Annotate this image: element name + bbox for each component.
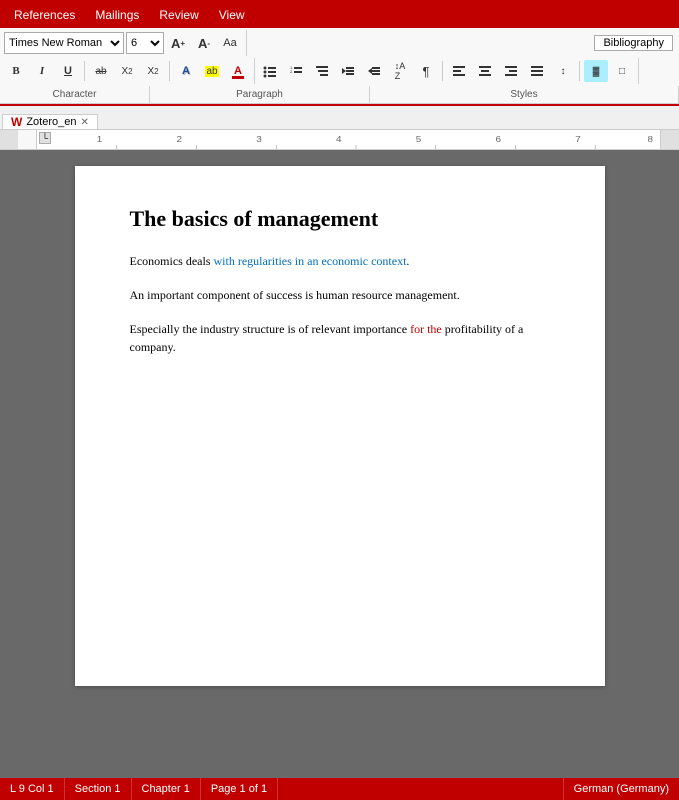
grow-font-button[interactable]: A+ — [166, 32, 190, 54]
multilevel-button[interactable] — [310, 60, 334, 82]
status-language: German (Germany) — [563, 778, 679, 800]
doc-tab-close-button[interactable]: ✕ — [80, 117, 88, 128]
svg-text:7: 7 — [575, 135, 581, 144]
paragraph-1: Economics deals with regularities in an … — [130, 252, 550, 270]
font-family-select[interactable]: Times New Roman — [4, 32, 124, 54]
para1-seg3: . — [406, 254, 409, 268]
doc-tab-icon: W — [11, 115, 22, 129]
tab-view[interactable]: View — [209, 2, 255, 28]
ruler-right-margin — [661, 130, 679, 149]
line-spacing-button[interactable]: ↕ — [551, 60, 575, 82]
shrink-font-button[interactable]: A- — [192, 32, 216, 54]
svg-text:4: 4 — [336, 135, 342, 144]
font-group-row1: Times New Roman 6 A+ A- Aa — [4, 30, 247, 56]
app-wrapper: References Mailings Review View Times Ne… — [0, 0, 679, 800]
svg-text:3: 3 — [256, 135, 262, 144]
font-size-select[interactable]: 6 — [126, 32, 164, 54]
page-title: The basics of management — [130, 206, 550, 232]
align-center-button[interactable] — [473, 60, 497, 82]
para1-seg1: Economics deals — [130, 254, 214, 268]
status-location: L 9 Col 1 — [0, 778, 65, 800]
ribbon-content: Times New Roman 6 A+ A- Aa Bibliography — [0, 28, 679, 106]
align-right-button[interactable] — [499, 60, 523, 82]
justify-button[interactable] — [525, 60, 549, 82]
paragraph-2: An important component of success is hum… — [130, 286, 550, 304]
decrease-indent-button[interactable] — [336, 60, 360, 82]
subscript-button[interactable]: X2 — [115, 60, 139, 82]
status-page: Page 1 of 1 — [201, 778, 278, 800]
status-chapter: Chapter 1 — [132, 778, 201, 800]
superscript-button[interactable]: X2 — [141, 60, 165, 82]
ruler: 1 2 3 4 5 6 7 8 └ — [0, 130, 679, 150]
shading-button[interactable]: ▓ — [584, 60, 608, 82]
bullets-button[interactable] — [258, 60, 282, 82]
tab-selector[interactable]: └ — [39, 132, 51, 144]
paragraph-format-group: 1.2. ↕AZ ¶ — [258, 58, 639, 84]
para3-seg2: for the — [410, 322, 442, 336]
tab-bar: W Zotero_en ✕ — [0, 106, 679, 130]
status-bar: L 9 Col 1 Section 1 Chapter 1 Page 1 of … — [0, 778, 679, 800]
borders-button[interactable]: □ — [610, 60, 634, 82]
font-format-group: B I U ab X2 X2 A ab A — [4, 58, 255, 84]
change-case-button[interactable]: Aa — [218, 32, 242, 54]
underline-button[interactable]: U — [56, 60, 80, 82]
document-scroll-area[interactable]: The basics of management Economics deals… — [0, 150, 679, 800]
tab-mailings[interactable]: Mailings — [85, 2, 149, 28]
bold-button[interactable]: B — [4, 60, 28, 82]
svg-text:8: 8 — [648, 135, 654, 144]
ribbon-rows: Times New Roman 6 A+ A- Aa Bibliography — [0, 28, 679, 86]
divider4 — [579, 61, 580, 81]
paragraph-3: Especially the industry structure is of … — [130, 320, 550, 356]
ruler-inner: 1 2 3 4 5 6 7 8 └ — [36, 130, 661, 149]
para2-seg1: An important component of success is hum… — [130, 288, 460, 302]
tab-review[interactable]: Review — [149, 2, 208, 28]
document-page: The basics of management Economics deals… — [75, 166, 605, 686]
align-left-button[interactable] — [447, 60, 471, 82]
numbering-button[interactable]: 1.2. — [284, 60, 308, 82]
increase-indent-button[interactable] — [362, 60, 386, 82]
tab-references[interactable]: References — [4, 2, 85, 28]
divider1 — [84, 61, 85, 81]
sort-button[interactable]: ↕AZ — [388, 60, 412, 82]
content-area: The basics of management Economics deals… — [0, 150, 679, 800]
divider3 — [442, 61, 443, 81]
ruler-left-margin — [0, 130, 18, 149]
svg-text:1: 1 — [97, 135, 103, 144]
italic-button[interactable]: I — [30, 60, 54, 82]
status-section: Section 1 — [65, 778, 132, 800]
strikethrough-button[interactable]: ab — [89, 60, 113, 82]
doc-tab-label: Zotero_en — [26, 116, 76, 128]
character-section-label: Character — [0, 86, 150, 103]
page-body: Economics deals with regularities in an … — [130, 252, 550, 356]
divider2 — [169, 61, 170, 81]
document-tab[interactable]: W Zotero_en ✕ — [2, 114, 98, 129]
pilcrow-button[interactable]: ¶ — [414, 60, 438, 82]
highlight-button[interactable]: ab — [200, 60, 224, 82]
styles-section-label: Styles — [370, 86, 679, 103]
svg-text:6: 6 — [496, 135, 502, 144]
ribbon-section-bar: Character Paragraph Styles — [0, 86, 679, 104]
para1-seg2: with regularities in an economic context — [213, 254, 406, 268]
svg-text:2: 2 — [177, 135, 183, 144]
paragraph-section-label: Paragraph — [150, 86, 370, 103]
text-effects-button[interactable]: A — [174, 60, 198, 82]
styles-sample-bibliography[interactable]: Bibliography — [594, 35, 673, 51]
svg-text:2.: 2. — [290, 69, 293, 74]
font-color-button[interactable]: A — [226, 60, 250, 82]
svg-text:5: 5 — [416, 135, 422, 144]
ribbon-tabs-bar: References Mailings Review View — [0, 0, 679, 28]
para3-seg1: Especially the industry structure is of … — [130, 322, 411, 336]
